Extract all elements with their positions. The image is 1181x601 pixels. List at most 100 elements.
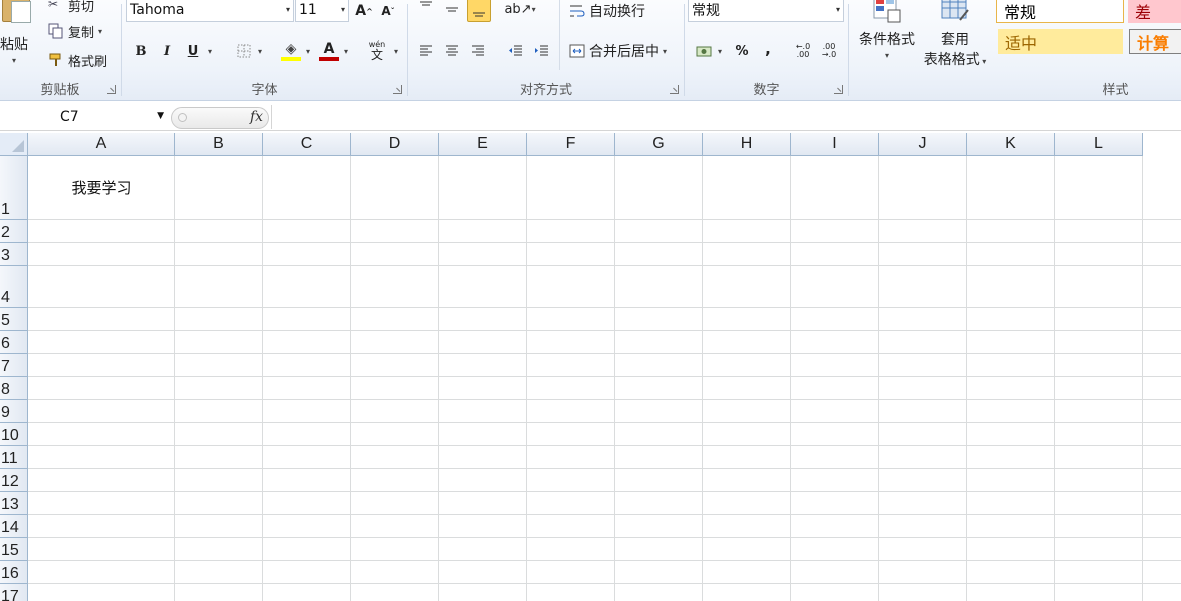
copy-button[interactable]: 复制 ▾ (44, 20, 106, 42)
row-header-12[interactable]: 12 (0, 469, 28, 492)
row-header-14[interactable]: 14 (0, 515, 28, 538)
grid-column-line (350, 156, 351, 601)
wrap-text-button[interactable]: 自动换行 (565, 0, 649, 22)
grid-column-line (790, 156, 791, 601)
column-header-C[interactable]: C (263, 133, 351, 156)
cell-style-normal[interactable]: 常规 (996, 0, 1124, 23)
paste-dropdown-icon[interactable]: ▾ (12, 56, 16, 65)
row-header-4[interactable]: 4 (0, 266, 28, 308)
row-header-10[interactable]: 10 (0, 423, 28, 446)
column-header-E[interactable]: E (439, 133, 527, 156)
select-all-button[interactable] (0, 133, 28, 156)
number-format-value: 常规 (692, 3, 720, 19)
wrap-text-label: 自动换行 (589, 4, 645, 20)
row-header-5[interactable]: 5 (0, 308, 28, 331)
row-header-15[interactable]: 15 (0, 538, 28, 561)
align-left-button[interactable] (415, 40, 437, 62)
cell-style-normal-label: 常规 (1004, 2, 1037, 22)
column-header-K[interactable]: K (967, 133, 1055, 156)
row-header-13[interactable]: 13 (0, 492, 28, 515)
align-middle-icon (446, 7, 458, 12)
column-header-I[interactable]: I (791, 133, 879, 156)
column-header-A[interactable]: A (28, 133, 175, 156)
shrink-font-button[interactable]: Aˇ (377, 0, 399, 22)
decrease-decimal-button[interactable]: .00 →.0 (818, 40, 840, 62)
align-center-button[interactable] (441, 40, 463, 62)
format-as-table-button[interactable]: 套用 表格格式 ▾ (916, 0, 994, 72)
worksheet-grid[interactable]: A B C D E F G H I J K L 1 2 3 4 5 6 7 8 9 10 11 12 13 14 15 16 17 我要学… (0, 133, 1181, 601)
cell-style-bad[interactable]: 差 (1128, 0, 1181, 23)
comma-style-button[interactable]: , (758, 38, 778, 60)
cell-A1[interactable]: 我要学习 (28, 177, 175, 198)
merge-center-button[interactable]: 合并后居中 ▾ (565, 40, 671, 62)
font-name-select[interactable]: Tahoma ▾ (126, 0, 294, 22)
phonetic-dropdown-icon[interactable]: ▾ (394, 47, 398, 56)
row-header-11[interactable]: 11 (0, 446, 28, 469)
fill-color-button[interactable]: ◈ (279, 38, 303, 64)
row-header-3[interactable]: 3 (0, 243, 28, 266)
conditional-format-button[interactable]: 条件格式 ▾ (852, 0, 922, 72)
alignment-dialog-launcher-icon[interactable] (670, 85, 679, 94)
column-header-L[interactable]: L (1055, 133, 1143, 156)
cell-style-calculation[interactable]: 计算 (1129, 29, 1181, 54)
column-header-D[interactable]: D (351, 133, 439, 156)
row-header-1[interactable]: 1 (0, 156, 28, 220)
decrease-indent-button[interactable] (505, 40, 527, 62)
percent-button[interactable]: % (732, 40, 752, 62)
column-header-G[interactable]: G (615, 133, 703, 156)
paste-button[interactable]: 粘贴 ▾ (0, 0, 36, 72)
format-painter-button[interactable]: 格式刷 (44, 49, 111, 71)
grid-row-line (28, 219, 1181, 220)
bold-button[interactable]: B (131, 40, 151, 62)
merge-center-label: 合并后居中 (589, 44, 659, 60)
formula-input[interactable] (271, 105, 1181, 129)
align-middle-button[interactable] (441, 0, 463, 20)
increase-indent-button[interactable] (531, 40, 553, 62)
chevron-down-icon[interactable]: ▼ (157, 111, 164, 121)
cut-button[interactable]: ✂ 剪切 (44, 0, 98, 16)
insert-function-button[interactable]: fx (250, 109, 263, 125)
number-format-select[interactable]: 常规 ▾ (688, 0, 844, 22)
border-button[interactable] (233, 40, 255, 62)
column-header-B[interactable]: B (175, 133, 263, 156)
border-dropdown-icon[interactable]: ▾ (258, 47, 262, 56)
cell-style-neutral[interactable]: 适中 (998, 29, 1123, 54)
font-size-select[interactable]: 11 ▾ (295, 0, 349, 22)
align-right-button[interactable] (467, 40, 489, 62)
row-header-9[interactable]: 9 (0, 400, 28, 423)
row-header-6[interactable]: 6 (0, 331, 28, 354)
grow-font-button[interactable]: A ^ (353, 0, 375, 22)
grid-column-line (1142, 156, 1143, 601)
column-header-J[interactable]: J (879, 133, 967, 156)
row-header-16[interactable]: 16 (0, 561, 28, 584)
font-dialog-launcher-icon[interactable] (393, 85, 402, 94)
increase-indent-icon (535, 45, 548, 56)
increase-decimal-button[interactable]: ←.0.00 (792, 40, 814, 62)
grid-row-line (28, 376, 1181, 377)
align-bottom-button[interactable] (467, 0, 491, 22)
row-header-2[interactable]: 2 (0, 220, 28, 243)
phonetic-button[interactable]: wén 文 (365, 38, 389, 64)
copy-dropdown-icon[interactable]: ▾ (98, 27, 102, 36)
font-color-dropdown-icon[interactable]: ▾ (344, 47, 348, 56)
clipboard-dialog-launcher-icon[interactable] (107, 85, 116, 94)
column-header-F[interactable]: F (527, 133, 615, 156)
row-header-7[interactable]: 7 (0, 354, 28, 377)
orientation-button[interactable]: ab↗ ▾ (504, 0, 535, 20)
formula-bar-resize-handle[interactable] (178, 113, 187, 122)
number-dialog-launcher-icon[interactable] (834, 85, 843, 94)
accounting-format-button[interactable]: ▾ (692, 40, 726, 62)
grid-row-line (28, 399, 1181, 400)
underline-button[interactable]: U (183, 40, 203, 62)
fill-color-dropdown-icon[interactable]: ▾ (306, 47, 310, 56)
italic-button[interactable]: I (157, 40, 177, 62)
chevron-down-icon: ▾ (663, 46, 668, 56)
column-header-H[interactable]: H (703, 133, 791, 156)
font-color-button[interactable]: A (317, 38, 341, 64)
row-header-8[interactable]: 8 (0, 377, 28, 400)
name-box[interactable]: C7 ▼ (0, 105, 170, 129)
align-top-button[interactable] (415, 0, 437, 18)
underline-dropdown-icon[interactable]: ▾ (208, 47, 212, 56)
row-header-17[interactable]: 17 (0, 584, 28, 601)
format-as-table-label-line2: 表格格式 ▾ (924, 49, 987, 69)
